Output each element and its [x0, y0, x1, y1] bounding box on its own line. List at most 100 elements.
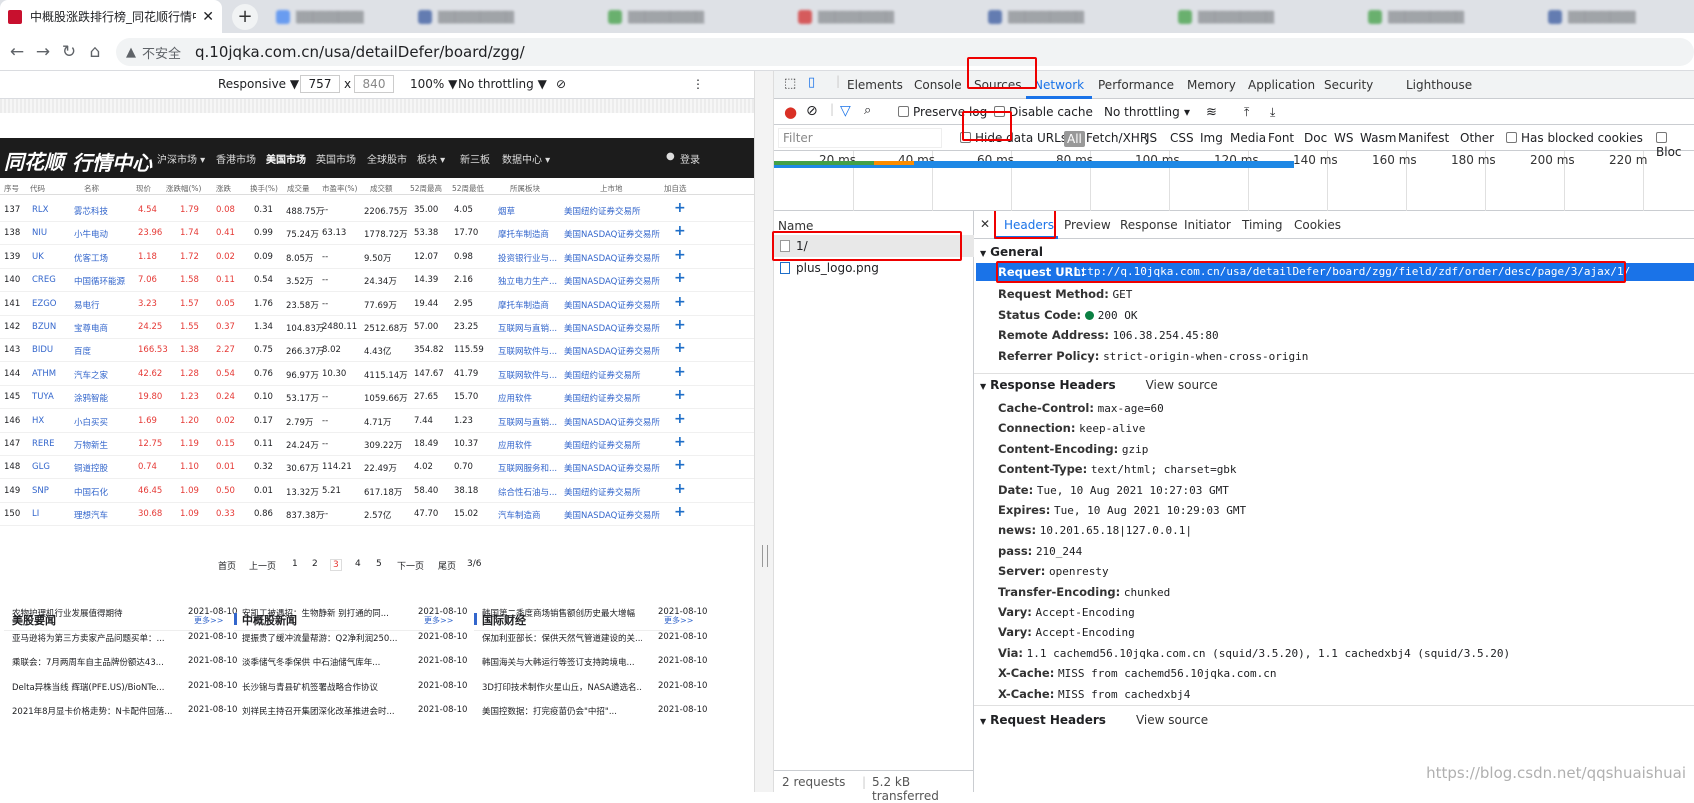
news-headline[interactable]: 保加利亚部长：保供天然气管道建设的关...: [482, 632, 642, 644]
table-row[interactable]: 149 SNP 中国石化 46.45 1.09 0.50 0.01 13.32万 5.21 617…: [0, 478, 754, 503]
news-headline[interactable]: 淡季储气冬季保供 中石油储气库年...: [242, 656, 402, 668]
header-value[interactable]: 1.1 cachemd56.10jqka.com.cn (squid/3.5.2…: [1027, 647, 1510, 660]
news-item[interactable]: 刘祥民主持召开集团深化改革推进会时... 2021-08-10: [234, 705, 474, 729]
table-cell[interactable]: RERE: [32, 439, 55, 449]
table-cell[interactable]: 雾芯科技: [74, 205, 108, 217]
type-filter[interactable]: Other: [1460, 131, 1494, 145]
news-headline[interactable]: 美国控数据：打完疫苗仍会"中招"...: [482, 705, 642, 717]
add-watchlist-icon[interactable]: +: [674, 317, 686, 333]
table-row[interactable]: 150 LI 理想汽车 30.68 1.09 0.33 0.86 837.38万 -- 2.57亿…: [0, 501, 754, 527]
close-tab-icon[interactable]: ✕: [202, 9, 214, 25]
panel-splitter[interactable]: [754, 71, 774, 792]
table-cell[interactable]: 理想汽车: [74, 509, 108, 521]
col-header[interactable]: 现价: [136, 183, 151, 194]
background-tab[interactable]: ▒▒▒▒▒▒▒▒▒: [1170, 4, 1330, 30]
table-cell[interactable]: 百度: [74, 345, 91, 357]
news-headline[interactable]: 3D打印技术制作火星山丘，NASA遴选名...: [482, 681, 642, 693]
table-row[interactable]: 137 RLX 雾芯科技 4.54 1.79 0.08 0.31 488.75万 -- 2206.…: [0, 197, 754, 222]
news-item[interactable]: 农物护理机行业发展值得期待 2021-08-10: [4, 607, 244, 631]
header-row[interactable]: Content-Encoding: gzip: [998, 442, 1148, 456]
col-header[interactable]: 名称: [84, 183, 99, 194]
detail-tab[interactable]: Preview: [1064, 218, 1111, 232]
header-value[interactable]: Tue, 10 Aug 2021 10:27:03 GMT: [1037, 484, 1229, 497]
back-arrow-icon[interactable]: ←: [4, 42, 30, 62]
view-source-link[interactable]: View source: [1146, 378, 1218, 392]
request-headers-section-header[interactable]: ▼ Request Headers View source: [974, 713, 1208, 727]
search-icon[interactable]: ⌕: [864, 103, 871, 118]
header-value[interactable]: 10.201.65.18|127.0.0.1|: [1040, 524, 1192, 537]
header-row[interactable]: Connection: keep-alive: [998, 421, 1145, 435]
type-filter[interactable]: Wasm: [1360, 131, 1396, 145]
url-text[interactable]: q.10jqka.com.cn/usa/detailDefer/board/zg…: [195, 43, 525, 61]
more-options-icon[interactable]: ⋮: [692, 77, 704, 91]
header-value[interactable]: Accept-Encoding: [1035, 606, 1134, 619]
response-headers-section-header[interactable]: ▼ Response Headers View source: [974, 378, 1218, 392]
network-conditions-icon[interactable]: ≋: [1206, 105, 1217, 120]
has-blocked-cookies-checkbox[interactable]: Has blocked cookies: [1506, 131, 1643, 145]
devtools-tab[interactable]: Elements: [847, 78, 903, 92]
zoom-select[interactable]: 100% ▼: [410, 77, 457, 91]
detail-tab[interactable]: Cookies: [1294, 218, 1341, 232]
table-row[interactable]: 147 RERE 万物新生 12.75 1.19 0.15 0.11 24.24万 -- 309.…: [0, 431, 754, 456]
device-toggle-icon[interactable]: ▯: [808, 75, 815, 90]
general-section-header[interactable]: ▼ General: [974, 245, 1043, 259]
header-value[interactable]: 210_244: [1036, 545, 1082, 558]
page-first[interactable]: 首页: [218, 559, 236, 572]
table-cell[interactable]: UK: [32, 252, 44, 262]
news-item[interactable]: 3D打印技术制作火星山丘，NASA遴选名... 2021-08-10: [474, 681, 714, 705]
type-filter[interactable]: Media: [1230, 131, 1266, 145]
news-headline[interactable]: 2021年8月显卡价格走势：N卡配件回落...: [12, 705, 172, 717]
site-nav-item[interactable]: 沪深市场 ▾: [157, 151, 205, 166]
omnibox[interactable]: ▲ 不安全 q.10jqka.com.cn/usa/detailDefer/bo…: [116, 38, 1694, 66]
page-prev[interactable]: 上一页: [249, 559, 276, 572]
col-header[interactable]: 换手(%): [250, 183, 278, 194]
add-watchlist-icon[interactable]: +: [674, 364, 686, 380]
header-value[interactable]: 106.38.254.45:80: [1113, 329, 1219, 342]
news-item[interactable]: 2021年8月显卡价格走势：N卡配件回落... 2021-08-10: [4, 705, 244, 729]
header-value[interactable]: 200 OK: [1098, 309, 1138, 322]
col-header[interactable]: 52周最低: [452, 183, 484, 194]
news-item[interactable]: 美国控数据：打完疫苗仍会"中招"... 2021-08-10: [474, 705, 714, 729]
viewport-width-input[interactable]: 757: [300, 75, 340, 93]
header-row[interactable]: Cache-Control: max-age=60: [998, 401, 1164, 415]
page-number[interactable]: 1: [292, 559, 298, 569]
header-row[interactable]: Request Method: GET: [998, 287, 1132, 301]
header-row[interactable]: Via: 1.1 cachemd56.10jqka.com.cn (squid/…: [998, 646, 1510, 660]
news-item[interactable]: 提振贵了缓冲流量帮游：Q2净利润250... 2021-08-10: [234, 632, 474, 656]
table-cell[interactable]: 宝尊电商: [74, 322, 108, 334]
add-watchlist-icon[interactable]: +: [674, 434, 686, 450]
news-item[interactable]: 安凯工被遇招：生物静新 别打通的同... 2021-08-10: [234, 607, 474, 631]
type-filter[interactable]: JS: [1146, 131, 1157, 145]
add-watchlist-icon[interactable]: +: [674, 387, 686, 403]
header-row[interactable]: Status Code: 200 OK: [998, 308, 1137, 322]
page-last[interactable]: 尾页: [438, 559, 456, 572]
news-headline[interactable]: 刘祥民主持召开集团深化改革推进会时...: [242, 705, 402, 717]
header-value[interactable]: MISS from cachemd56.10jqka.com.cn: [1058, 667, 1277, 680]
table-cell[interactable]: EZGO: [32, 299, 56, 309]
header-value[interactable]: strict-origin-when-cross-origin: [1103, 350, 1308, 363]
header-value[interactable]: text/html; charset=gbk: [1091, 463, 1237, 476]
add-watchlist-icon[interactable]: +: [674, 223, 686, 239]
page-number[interactable]: 5: [376, 559, 382, 569]
inspect-element-icon[interactable]: ⬚: [784, 76, 796, 91]
header-value[interactable]: Accept-Encoding: [1035, 626, 1134, 639]
background-tab[interactable]: ▒▒▒▒▒▒▒▒▒: [410, 4, 570, 30]
resize-grip-icon[interactable]: [762, 545, 768, 567]
header-row[interactable]: Expires: Tue, 10 Aug 2021 10:29:03 GMT: [998, 503, 1246, 517]
browser-tab-active[interactable]: 中概股涨跌排行榜_同花顺行情中 ✕: [0, 0, 222, 33]
table-cell[interactable]: 小白买买: [74, 416, 108, 428]
header-row[interactable]: Vary: Accept-Encoding: [998, 625, 1135, 639]
export-har-icon[interactable]: ⤓: [1270, 105, 1275, 120]
devtools-tab[interactable]: Application: [1248, 78, 1315, 92]
header-value[interactable]: max-age=60: [1098, 402, 1164, 415]
table-row[interactable]: 143 BIDU 百度 166.53 1.38 2.27 0.75 266.37万 8.02 4.…: [0, 337, 754, 363]
header-row[interactable]: Date: Tue, 10 Aug 2021 10:27:03 GMT: [998, 483, 1229, 497]
table-cell[interactable]: CREG: [32, 275, 56, 285]
header-row[interactable]: pass: 210_244: [998, 544, 1082, 558]
forward-arrow-icon[interactable]: →: [30, 42, 56, 62]
col-header[interactable]: 市盈率(%): [322, 183, 357, 194]
header-row[interactable]: Server: openresty: [998, 564, 1109, 578]
news-headline[interactable]: 农物护理机行业发展值得期待: [12, 607, 172, 619]
filter-input[interactable]: Filter: [778, 128, 942, 148]
site-nav-item[interactable]: 英国市场: [316, 151, 356, 166]
